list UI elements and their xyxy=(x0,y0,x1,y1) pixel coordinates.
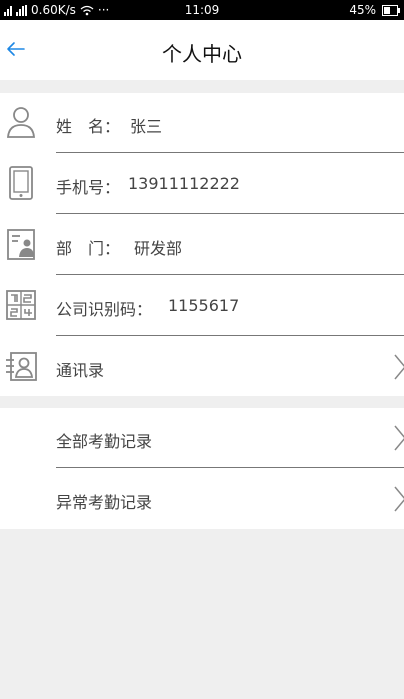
id-card-icon xyxy=(7,229,35,260)
divider xyxy=(56,467,404,468)
phone-row: 手机号： 13911112222 xyxy=(0,154,404,214)
mobile-phone-icon xyxy=(9,166,33,200)
nav-bar: 个人中心 xyxy=(0,20,404,80)
records-section: 全部考勤记录 异常考勤记录 xyxy=(0,408,404,529)
all-attendance-label: 全部考勤记录 xyxy=(56,432,153,451)
code-grid-icon xyxy=(6,290,36,320)
all-attendance-row[interactable]: 全部考勤记录 xyxy=(0,408,404,468)
phone-label: 手机号： xyxy=(56,178,121,197)
department-value: 研发部 xyxy=(134,239,183,258)
phone-value: 13911112222 xyxy=(128,174,240,193)
department-label: 部 门： xyxy=(56,239,121,258)
company-code-value: 1155617 xyxy=(168,296,240,315)
profile-section: 姓 名： 张三 手机号： 13911112222 部 门： 研发部 公司识别码：… xyxy=(0,93,404,396)
person-icon xyxy=(7,107,35,138)
department-row: 部 门： 研发部 xyxy=(0,215,404,275)
divider xyxy=(56,274,404,275)
contacts-label: 通讯录 xyxy=(56,361,105,380)
divider xyxy=(56,213,404,214)
abnormal-attendance-label: 异常考勤记录 xyxy=(56,493,153,512)
name-value: 张三 xyxy=(130,117,163,136)
chevron-right-icon xyxy=(394,486,404,512)
name-label: 姓 名： xyxy=(56,117,121,136)
chevron-right-icon xyxy=(394,354,404,380)
chevron-right-icon xyxy=(394,425,404,451)
name-row: 姓 名： 张三 xyxy=(0,93,404,153)
company-code-label: 公司识别码： xyxy=(56,300,153,319)
contacts-row[interactable]: 通讯录 xyxy=(0,337,404,397)
divider xyxy=(56,152,404,153)
battery-percent: 45% xyxy=(349,3,376,17)
status-bar: 0.60K/s ··· 11:09 45% xyxy=(0,0,404,20)
battery-icon xyxy=(382,4,400,16)
abnormal-attendance-row[interactable]: 异常考勤记录 xyxy=(0,469,404,529)
company-code-row: 公司识别码： 1155617 xyxy=(0,276,404,336)
contacts-icon xyxy=(6,352,37,381)
page-title: 个人中心 xyxy=(162,42,242,66)
status-time: 11:09 xyxy=(184,3,220,17)
divider xyxy=(56,335,404,336)
